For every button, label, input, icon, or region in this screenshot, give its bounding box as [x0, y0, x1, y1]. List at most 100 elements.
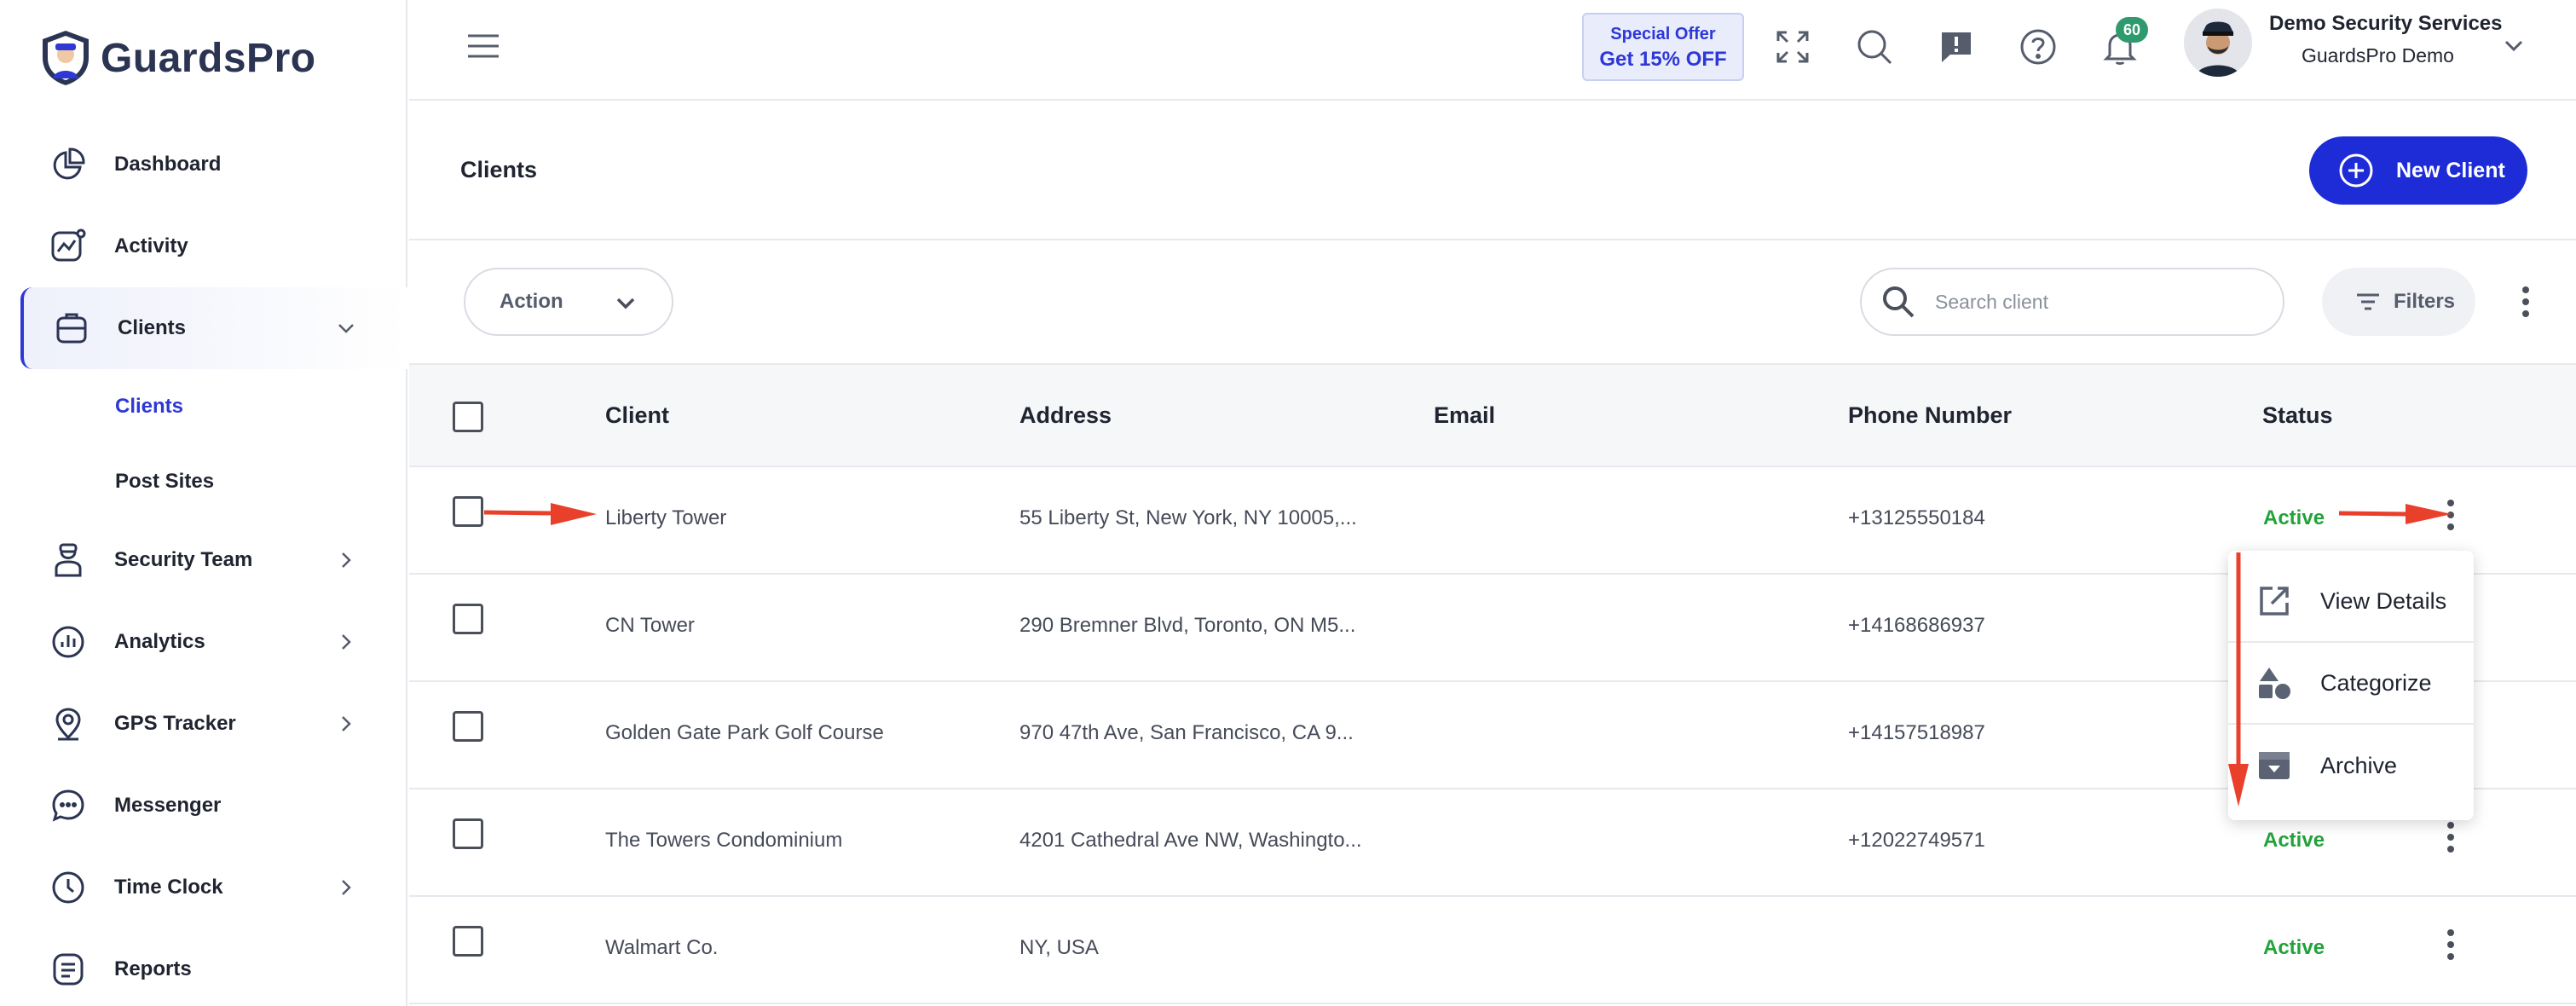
chevron-right-icon[interactable] [334, 630, 358, 654]
brand-name: GuardsPro [101, 35, 316, 81]
sidebar-item-activity[interactable]: Activity [0, 205, 407, 287]
sidebar-item-messenger[interactable]: Messenger [0, 765, 407, 847]
row-checkbox[interactable] [453, 818, 483, 849]
chat-bubble-icon [49, 787, 87, 824]
user-name: Demo Security Services [2269, 12, 2503, 35]
location-pin-icon [49, 705, 87, 743]
status-badge: Active [2263, 506, 2325, 529]
client-phone: +12022749571 [1848, 829, 1985, 852]
feedback-alert-icon[interactable] [1937, 27, 1976, 66]
sidebar-item-analytics[interactable]: Analytics [0, 601, 407, 683]
new-client-button[interactable]: New Client [2309, 136, 2527, 205]
shapes-icon [2259, 668, 2290, 699]
sidebar-item-label: Analytics [114, 630, 205, 653]
client-address: 290 Bremner Blvd, Toronto, ON M5... [1019, 614, 1356, 637]
client-phone: +13125550184 [1848, 506, 1985, 529]
row-checkbox[interactable] [453, 711, 483, 742]
more-options-icon[interactable] [2520, 285, 2532, 319]
table-row[interactable]: Walmart Co. NY, USA Active [409, 897, 2576, 1004]
sidebar-item-dashboard[interactable]: Dashboard [0, 124, 407, 205]
action-dropdown[interactable]: Action [464, 268, 673, 336]
client-name[interactable]: Golden Gate Park Golf Course [605, 721, 884, 745]
sidebar-item-security-team[interactable]: Security Team [0, 519, 407, 601]
menu-item-archive[interactable]: Archive [2228, 725, 2474, 807]
sidebar-subitem-post-sites[interactable]: Post Sites [0, 444, 407, 519]
sidebar-item-gps-tracker[interactable]: GPS Tracker [0, 683, 407, 765]
column-header-address[interactable]: Address [1019, 402, 1112, 429]
search-box[interactable] [1860, 268, 2284, 336]
filters-label: Filters [2394, 290, 2456, 313]
sidebar-item-label: Time Clock [114, 876, 223, 899]
search-client-input[interactable] [1935, 290, 2259, 314]
client-name[interactable]: The Towers Condominium [605, 829, 842, 853]
client-name[interactable]: Walmart Co. [605, 936, 718, 960]
sidebar: GuardsPro Dashboard Activity Clients Cli… [0, 0, 407, 1006]
client-name[interactable]: CN Tower [605, 614, 695, 638]
client-address: 4201 Cathedral Ave NW, Washingto... [1019, 829, 1362, 852]
pie-chart-icon [49, 146, 87, 183]
hamburger-menu-icon[interactable] [466, 32, 500, 60]
client-phone: +14157518987 [1848, 721, 1985, 744]
chevron-right-icon[interactable] [334, 876, 358, 899]
client-name[interactable]: Liberty Tower [605, 506, 726, 530]
chevron-down-icon[interactable] [334, 316, 358, 340]
menu-item-label: Archive [2320, 752, 2398, 778]
column-header-phone[interactable]: Phone Number [1848, 402, 2012, 429]
brand-logo[interactable]: GuardsPro [39, 29, 316, 87]
row-more-options-icon[interactable] [2445, 820, 2457, 854]
row-checkbox[interactable] [453, 604, 483, 634]
row-more-options-icon[interactable] [2445, 928, 2457, 962]
new-client-label: New Client [2396, 158, 2505, 182]
sidebar-nav: Dashboard Activity Clients Clients Post … [0, 124, 407, 1006]
search-icon [1883, 286, 1915, 318]
page-header: Clients New Client [409, 102, 2576, 240]
chevron-down-icon[interactable] [2501, 32, 2527, 58]
menu-item-label: Categorize [2320, 669, 2432, 696]
help-icon[interactable] [2019, 27, 2058, 66]
row-checkbox[interactable] [453, 926, 483, 957]
sidebar-item-clients[interactable]: Clients [20, 287, 407, 369]
chevron-right-icon[interactable] [334, 712, 358, 736]
row-context-menu: View Details Categorize Archive [2228, 551, 2474, 820]
sidebar-item-label: GPS Tracker [114, 712, 236, 735]
table-header: Client Address Email Phone Number Status [409, 363, 2576, 467]
column-header-client[interactable]: Client [605, 402, 669, 429]
menu-item-label: View Details [2320, 587, 2447, 614]
sidebar-item-label: Dashboard [114, 153, 222, 176]
report-icon [49, 951, 87, 988]
row-more-options-icon[interactable] [2445, 498, 2457, 532]
special-offer-button[interactable]: Special Offer Get 15% OFF [1582, 13, 1744, 81]
filter-lines-icon [2357, 293, 2379, 310]
briefcase-icon [53, 309, 90, 347]
column-header-email[interactable]: Email [1434, 402, 1495, 429]
sidebar-item-time-clock[interactable]: Time Clock [0, 847, 407, 928]
status-badge: Active [2263, 936, 2325, 959]
action-dropdown-label: Action [500, 290, 563, 313]
client-phone: +14168686937 [1848, 614, 1985, 637]
sidebar-subitem-clients[interactable]: Clients [0, 369, 407, 444]
sidebar-item-reports[interactable]: Reports [0, 928, 407, 1006]
plus-circle-icon [2339, 153, 2373, 188]
client-address: NY, USA [1019, 936, 1099, 959]
client-address: 55 Liberty St, New York, NY 10005,... [1019, 506, 1357, 529]
user-organization: GuardsPro Demo [2302, 44, 2454, 66]
sidebar-item-label: Reports [114, 957, 192, 980]
guard-shield-logo-icon [43, 31, 89, 85]
column-header-status[interactable]: Status [2262, 402, 2333, 429]
select-all-checkbox[interactable] [453, 402, 483, 432]
avatar[interactable] [2184, 9, 2252, 77]
chevron-down-icon [616, 298, 635, 309]
offer-line-1: Special Offer [1610, 25, 1716, 43]
filters-button[interactable]: Filters [2322, 268, 2475, 336]
offer-line-2: Get 15% OFF [1599, 48, 1727, 71]
sidebar-item-label: Activity [114, 234, 188, 257]
sidebar-item-label: Security Team [114, 548, 253, 571]
row-checkbox[interactable] [453, 496, 483, 527]
fullscreen-icon[interactable] [1773, 27, 1812, 66]
menu-item-view-details[interactable]: View Details [2228, 561, 2474, 643]
chevron-right-icon[interactable] [334, 548, 358, 572]
analytics-icon [49, 623, 87, 661]
menu-item-categorize[interactable]: Categorize [2228, 643, 2474, 725]
archive-box-icon [2259, 752, 2290, 779]
search-icon[interactable] [1855, 27, 1894, 66]
